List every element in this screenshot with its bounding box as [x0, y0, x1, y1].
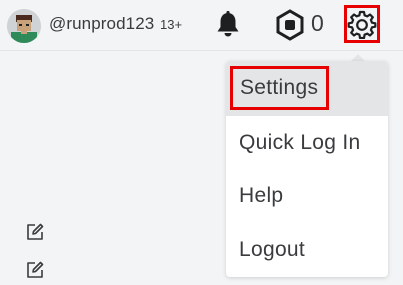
menu-item-label: Settings: [230, 66, 330, 110]
age-badge: 13+: [160, 17, 183, 32]
avatar[interactable]: [7, 9, 41, 43]
robux-button[interactable]: [274, 9, 306, 41]
robux-balance: 0: [311, 10, 324, 36]
settings-dropdown-menu: Settings Quick Log In Help Logout: [226, 61, 388, 277]
edit-icon[interactable]: [25, 222, 45, 242]
menu-item-quick-log-in[interactable]: Quick Log In: [226, 116, 388, 170]
avatar-headshot-icon: [7, 9, 41, 43]
bell-icon: [217, 11, 239, 37]
menu-item-help[interactable]: Help: [226, 169, 388, 223]
menu-item-settings[interactable]: Settings: [226, 61, 388, 115]
menu-item-label: Help: [239, 184, 284, 207]
menu-item-label: Quick Log In: [239, 131, 361, 154]
settings-gear-button[interactable]: [344, 5, 380, 43]
username-label[interactable]: @runprod123: [49, 14, 154, 34]
edit-icon[interactable]: [25, 260, 45, 280]
top-navigation-bar: @runprod123 13+ 0: [0, 0, 403, 51]
robux-icon: [276, 9, 304, 41]
notifications-button[interactable]: [212, 9, 244, 41]
menu-item-label: Logout: [239, 238, 306, 261]
menu-item-logout[interactable]: Logout: [226, 223, 388, 277]
gear-icon: [347, 10, 377, 39]
